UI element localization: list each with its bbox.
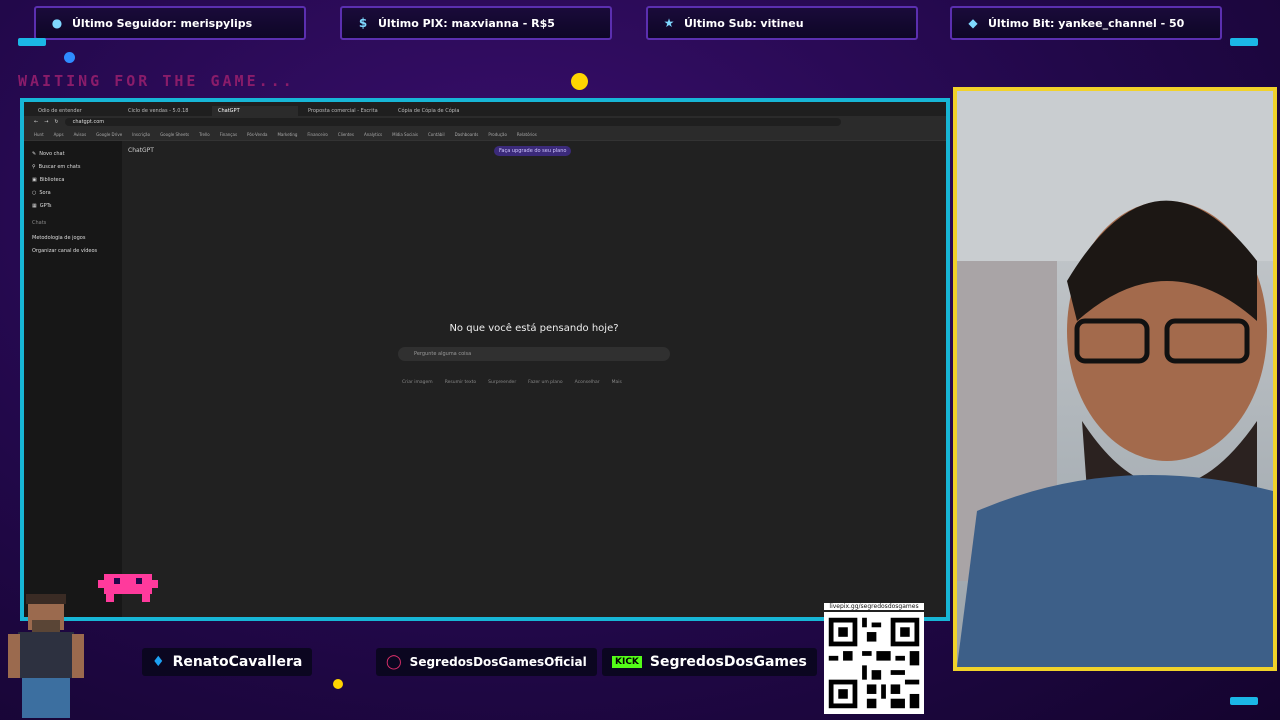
bookmark-item[interactable]: Finanças <box>220 132 237 137</box>
browser-tabbar: Odio de entender Ciclo de vendas - 5.0.1… <box>24 102 946 116</box>
back-icon[interactable]: ← <box>34 119 38 125</box>
browser-tab[interactable]: Odio de entender <box>32 106 118 116</box>
bookmark-item[interactable]: Contábil <box>428 132 445 137</box>
bookmark-item[interactable]: Avisos <box>74 132 87 137</box>
alert-last-follower: ● Último Seguidor: merispylips <box>34 6 306 40</box>
alert-label: Último PIX: maxvianna - R$5 <box>378 16 555 30</box>
sidebar-item-sora[interactable]: ○ Sora <box>32 186 114 199</box>
bookmark-item[interactable]: Trello <box>199 132 210 137</box>
bookmark-item[interactable]: Marketing <box>277 132 297 137</box>
dollar-icon: $ <box>358 16 368 30</box>
streamer-image <box>957 91 1273 667</box>
instagram-icon: ◯ <box>386 654 402 670</box>
sidebar-item-new-chat[interactable]: ✎ Novo chat <box>32 147 114 160</box>
bookmark-item[interactable]: Analytics <box>364 132 382 137</box>
chip-summarize[interactable]: Resumir texto <box>445 380 476 385</box>
chatgpt-main: ChatGPT Faça upgrade do seu plano No que… <box>122 141 946 617</box>
bookmark-item[interactable]: Hunt <box>34 132 44 137</box>
hero-question: No que você está pensando hoje? <box>449 323 619 334</box>
webcam-feed <box>953 87 1277 671</box>
bookmark-item[interactable]: Dashboards <box>455 132 479 137</box>
sidebar-item-search[interactable]: ⚲ Buscar em chats <box>32 160 114 173</box>
screen-capture: Odio de entender Ciclo de vendas - 5.0.1… <box>20 98 950 621</box>
decor-dot-yellow <box>571 73 588 90</box>
alert-label: Último Sub: vitineu <box>684 16 804 30</box>
upgrade-plan-button[interactable]: Faça upgrade do seu plano <box>494 146 572 156</box>
kick-badge: KICK <box>612 656 642 668</box>
sidebar-item-library[interactable]: ▣ Biblioteca <box>32 173 114 186</box>
suggestion-chips: Criar imagem Resumir texto Surpreender F… <box>402 380 622 385</box>
browser-tab[interactable]: Cópia de Cópia de Cópia <box>392 106 478 116</box>
star-icon: ★ <box>663 16 675 30</box>
decor-tab-right <box>1230 38 1258 46</box>
reload-icon[interactable]: ↻ <box>54 119 58 125</box>
sidebar-item-gpts[interactable]: ▦ GPTs <box>32 199 114 212</box>
url-input[interactable]: chatgpt.com <box>64 118 841 126</box>
qr-code[interactable] <box>824 612 924 714</box>
alert-label: Último Bit: yankee_channel - 50 <box>988 16 1185 30</box>
bookmark-item[interactable]: Financeiro <box>307 132 327 137</box>
search-icon: ⚲ <box>32 163 36 170</box>
forward-icon[interactable]: → <box>44 119 48 125</box>
chat-history-item[interactable]: Metodologia de jogos <box>32 231 114 244</box>
alert-last-bit: ◆ Último Bit: yankee_channel - 50 <box>950 6 1222 40</box>
decor-dot-blue <box>64 52 75 63</box>
chat-history-item[interactable]: Organizar canal de vídeos <box>32 244 114 257</box>
waiting-text: WAITING FOR THE GAME... <box>18 72 295 90</box>
kick-handle[interactable]: KICK SegredosDosGames <box>602 648 817 676</box>
bookmark-item[interactable]: Mídia Sociais <box>392 132 418 137</box>
space-invader-icon <box>98 574 158 602</box>
alert-label: Último Seguidor: merispylips <box>72 16 253 30</box>
chip-advise[interactable]: Aconselhar <box>575 380 600 385</box>
sora-icon: ○ <box>32 189 37 196</box>
user-icon: ● <box>51 16 63 30</box>
browser-tab[interactable]: Ciclo de vendas - 5.0.18 <box>122 106 208 116</box>
twitter-handle[interactable]: ♦ RenatoCavallera <box>142 648 313 676</box>
bookmark-item[interactable]: Apps <box>54 132 64 137</box>
bookmark-item[interactable]: Clientes <box>338 132 354 137</box>
decor-tab-left <box>18 38 46 46</box>
chip-surprise[interactable]: Surpreender <box>488 380 516 385</box>
decor-dot-yellow-small <box>333 679 343 689</box>
model-selector[interactable]: ChatGPT <box>128 147 154 154</box>
bookmark-item[interactable]: Google Drive <box>96 132 122 137</box>
qr-label: livepix.gg/segredosdosgames <box>824 603 924 610</box>
alert-last-pix: $ Último PIX: maxvianna - R$5 <box>340 6 612 40</box>
sidebar-section-label: Chats <box>32 220 47 226</box>
bookmark-item[interactable]: Google Sheets <box>160 132 189 137</box>
chip-more[interactable]: Mais <box>612 380 622 385</box>
diamond-icon: ◆ <box>968 16 978 30</box>
bookmarks-bar: Hunt Apps Avisos Google Drive Inscrição … <box>24 128 946 141</box>
grid-icon: ▦ <box>32 202 37 209</box>
chip-plan[interactable]: Fazer um plano <box>528 380 562 385</box>
browser-tab[interactable]: Proposta comercial - Escrita <box>302 106 388 116</box>
library-icon: ▣ <box>32 176 37 183</box>
instagram-handle[interactable]: ◯ SegredosDosGamesOficial <box>376 648 597 676</box>
chatgpt-app: ✎ Novo chat ⚲ Buscar em chats ▣ Biblioteca … <box>24 141 946 617</box>
alert-last-sub: ★ Último Sub: vitineu <box>646 6 918 40</box>
bookmark-item[interactable]: Pós-Venda <box>247 132 267 137</box>
chip-create-image[interactable]: Criar imagem <box>402 380 433 385</box>
pixel-avatar-icon <box>8 594 84 718</box>
prompt-input[interactable]: Pergunte alguma coisa <box>398 347 670 361</box>
twitter-icon: ♦ <box>152 654 165 670</box>
bookmark-item[interactable]: Inscrição <box>132 132 150 137</box>
chatgpt-sidebar: ✎ Novo chat ⚲ Buscar em chats ▣ Biblioteca … <box>24 141 122 617</box>
address-bar-row: ← → ↻ chatgpt.com <box>24 116 946 128</box>
browser-tab-active[interactable]: ChatGPT <box>212 106 298 116</box>
edit-icon: ✎ <box>32 150 37 157</box>
bookmark-item[interactable]: Relatórios <box>517 132 537 137</box>
bookmark-item[interactable]: Produção <box>488 132 507 137</box>
decor-tab-bottom-right <box>1230 697 1258 705</box>
